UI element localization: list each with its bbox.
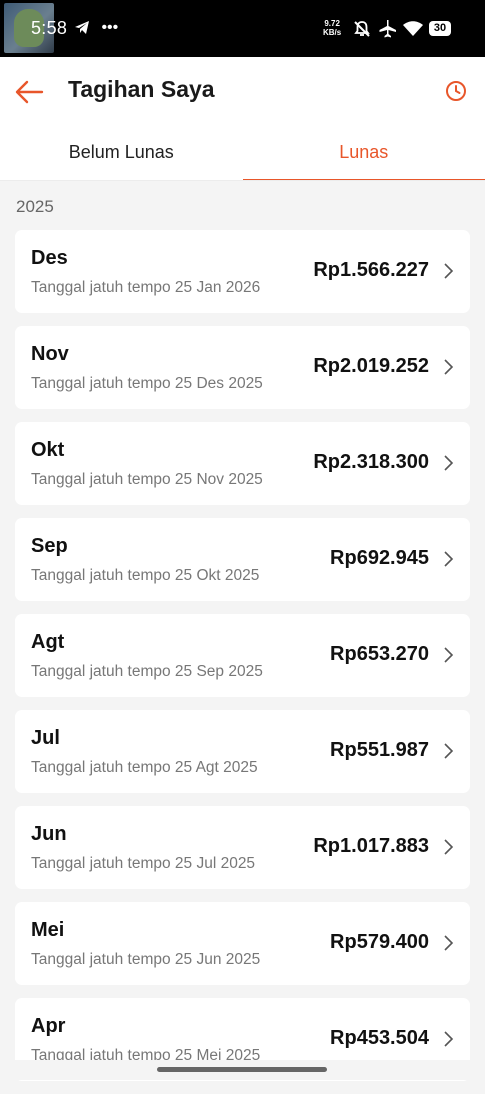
page-title: Tagihan Saya [68, 76, 215, 103]
chevron-right-icon [443, 550, 454, 568]
status-left-icons: ••• [75, 19, 126, 37]
battery-icon: 30 [429, 21, 451, 36]
status-time: 5:58 [31, 18, 67, 39]
bill-amount: Rp1.017.883 [313, 835, 429, 858]
bill-month: Jul [31, 727, 60, 750]
bill-due-date: Tanggal jatuh tempo 25 Okt 2025 [31, 567, 259, 585]
bill-due-date: Tanggal jatuh tempo 25 Jun 2025 [31, 951, 260, 969]
status-right-icons [353, 17, 423, 41]
home-indicator[interactable] [157, 1067, 327, 1072]
network-speed-unit: KB/s [323, 28, 341, 37]
bill-due-date: Tanggal jatuh tempo 25 Agt 2025 [31, 759, 258, 777]
bill-amount: Rp579.400 [330, 931, 429, 954]
bill-card-agt[interactable]: Agt Tanggal jatuh tempo 25 Sep 2025 Rp65… [15, 614, 470, 697]
back-button[interactable] [14, 79, 46, 105]
bill-card-nov[interactable]: Nov Tanggal jatuh tempo 25 Des 2025 Rp2.… [15, 326, 470, 409]
more-icon: ••• [101, 19, 118, 36]
chevron-right-icon [443, 934, 454, 952]
header: Tagihan Saya Belum Lunas Lunas [0, 57, 485, 181]
status-bar: 5:58 ••• 9.72 KB/s 30 [0, 0, 485, 57]
chevron-right-icon [443, 262, 454, 280]
bill-amount: Rp2.019.252 [313, 355, 429, 378]
bill-due-date: Tanggal jatuh tempo 25 Nov 2025 [31, 471, 263, 489]
history-button[interactable] [444, 79, 468, 103]
bill-month: Des [31, 247, 68, 270]
wifi-icon [403, 21, 423, 37]
mute-icon [353, 20, 371, 38]
bill-month: Agt [31, 631, 64, 654]
chevron-right-icon [443, 646, 454, 664]
bill-list: Des Tanggal jatuh tempo 25 Jan 2026 Rp1.… [15, 230, 470, 1094]
bill-month: Apr [31, 1015, 65, 1038]
bill-card-sep[interactable]: Sep Tanggal jatuh tempo 25 Okt 2025 Rp69… [15, 518, 470, 601]
network-speed-value: 9.72 [323, 19, 341, 28]
clock-icon [444, 79, 468, 103]
bill-card-okt[interactable]: Okt Tanggal jatuh tempo 25 Nov 2025 Rp2.… [15, 422, 470, 505]
bill-amount: Rp453.504 [330, 1027, 429, 1050]
bill-amount: Rp653.270 [330, 643, 429, 666]
bill-due-date: Tanggal jatuh tempo 25 Jan 2026 [31, 279, 260, 297]
chevron-right-icon [443, 838, 454, 856]
bill-month: Sep [31, 535, 68, 558]
bill-due-date: Tanggal jatuh tempo 25 Sep 2025 [31, 663, 263, 681]
tab-bar: Belum Lunas Lunas [0, 127, 485, 181]
bill-amount: Rp2.318.300 [313, 451, 429, 474]
chevron-right-icon [443, 454, 454, 472]
chevron-right-icon [443, 358, 454, 376]
bill-due-date: Tanggal jatuh tempo 25 Des 2025 [31, 375, 263, 393]
bill-month: Okt [31, 439, 64, 462]
bill-card-jun[interactable]: Jun Tanggal jatuh tempo 25 Jul 2025 Rp1.… [15, 806, 470, 889]
airplane-icon [377, 20, 397, 38]
bill-card-des[interactable]: Des Tanggal jatuh tempo 25 Jan 2026 Rp1.… [15, 230, 470, 313]
bill-month: Jun [31, 823, 67, 846]
network-speed: 9.72 KB/s [323, 19, 341, 37]
bill-amount: Rp692.945 [330, 547, 429, 570]
chevron-right-icon [443, 1030, 454, 1048]
bill-due-date: Tanggal jatuh tempo 25 Jul 2025 [31, 855, 255, 873]
bill-card-jul[interactable]: Jul Tanggal jatuh tempo 25 Agt 2025 Rp55… [15, 710, 470, 793]
bill-month: Mei [31, 919, 64, 942]
bill-amount: Rp551.987 [330, 739, 429, 762]
tab-divider [0, 180, 485, 181]
bill-card-mei[interactable]: Mei Tanggal jatuh tempo 25 Jun 2025 Rp57… [15, 902, 470, 985]
telegram-icon [75, 19, 93, 36]
tab-lunas[interactable]: Lunas [243, 127, 485, 181]
bill-amount: Rp1.566.227 [313, 259, 429, 282]
bill-month: Nov [31, 343, 69, 366]
tab-belum-lunas[interactable]: Belum Lunas [0, 127, 243, 181]
chevron-right-icon [443, 742, 454, 760]
arrow-left-icon [14, 79, 46, 105]
year-label: 2025 [16, 197, 54, 217]
